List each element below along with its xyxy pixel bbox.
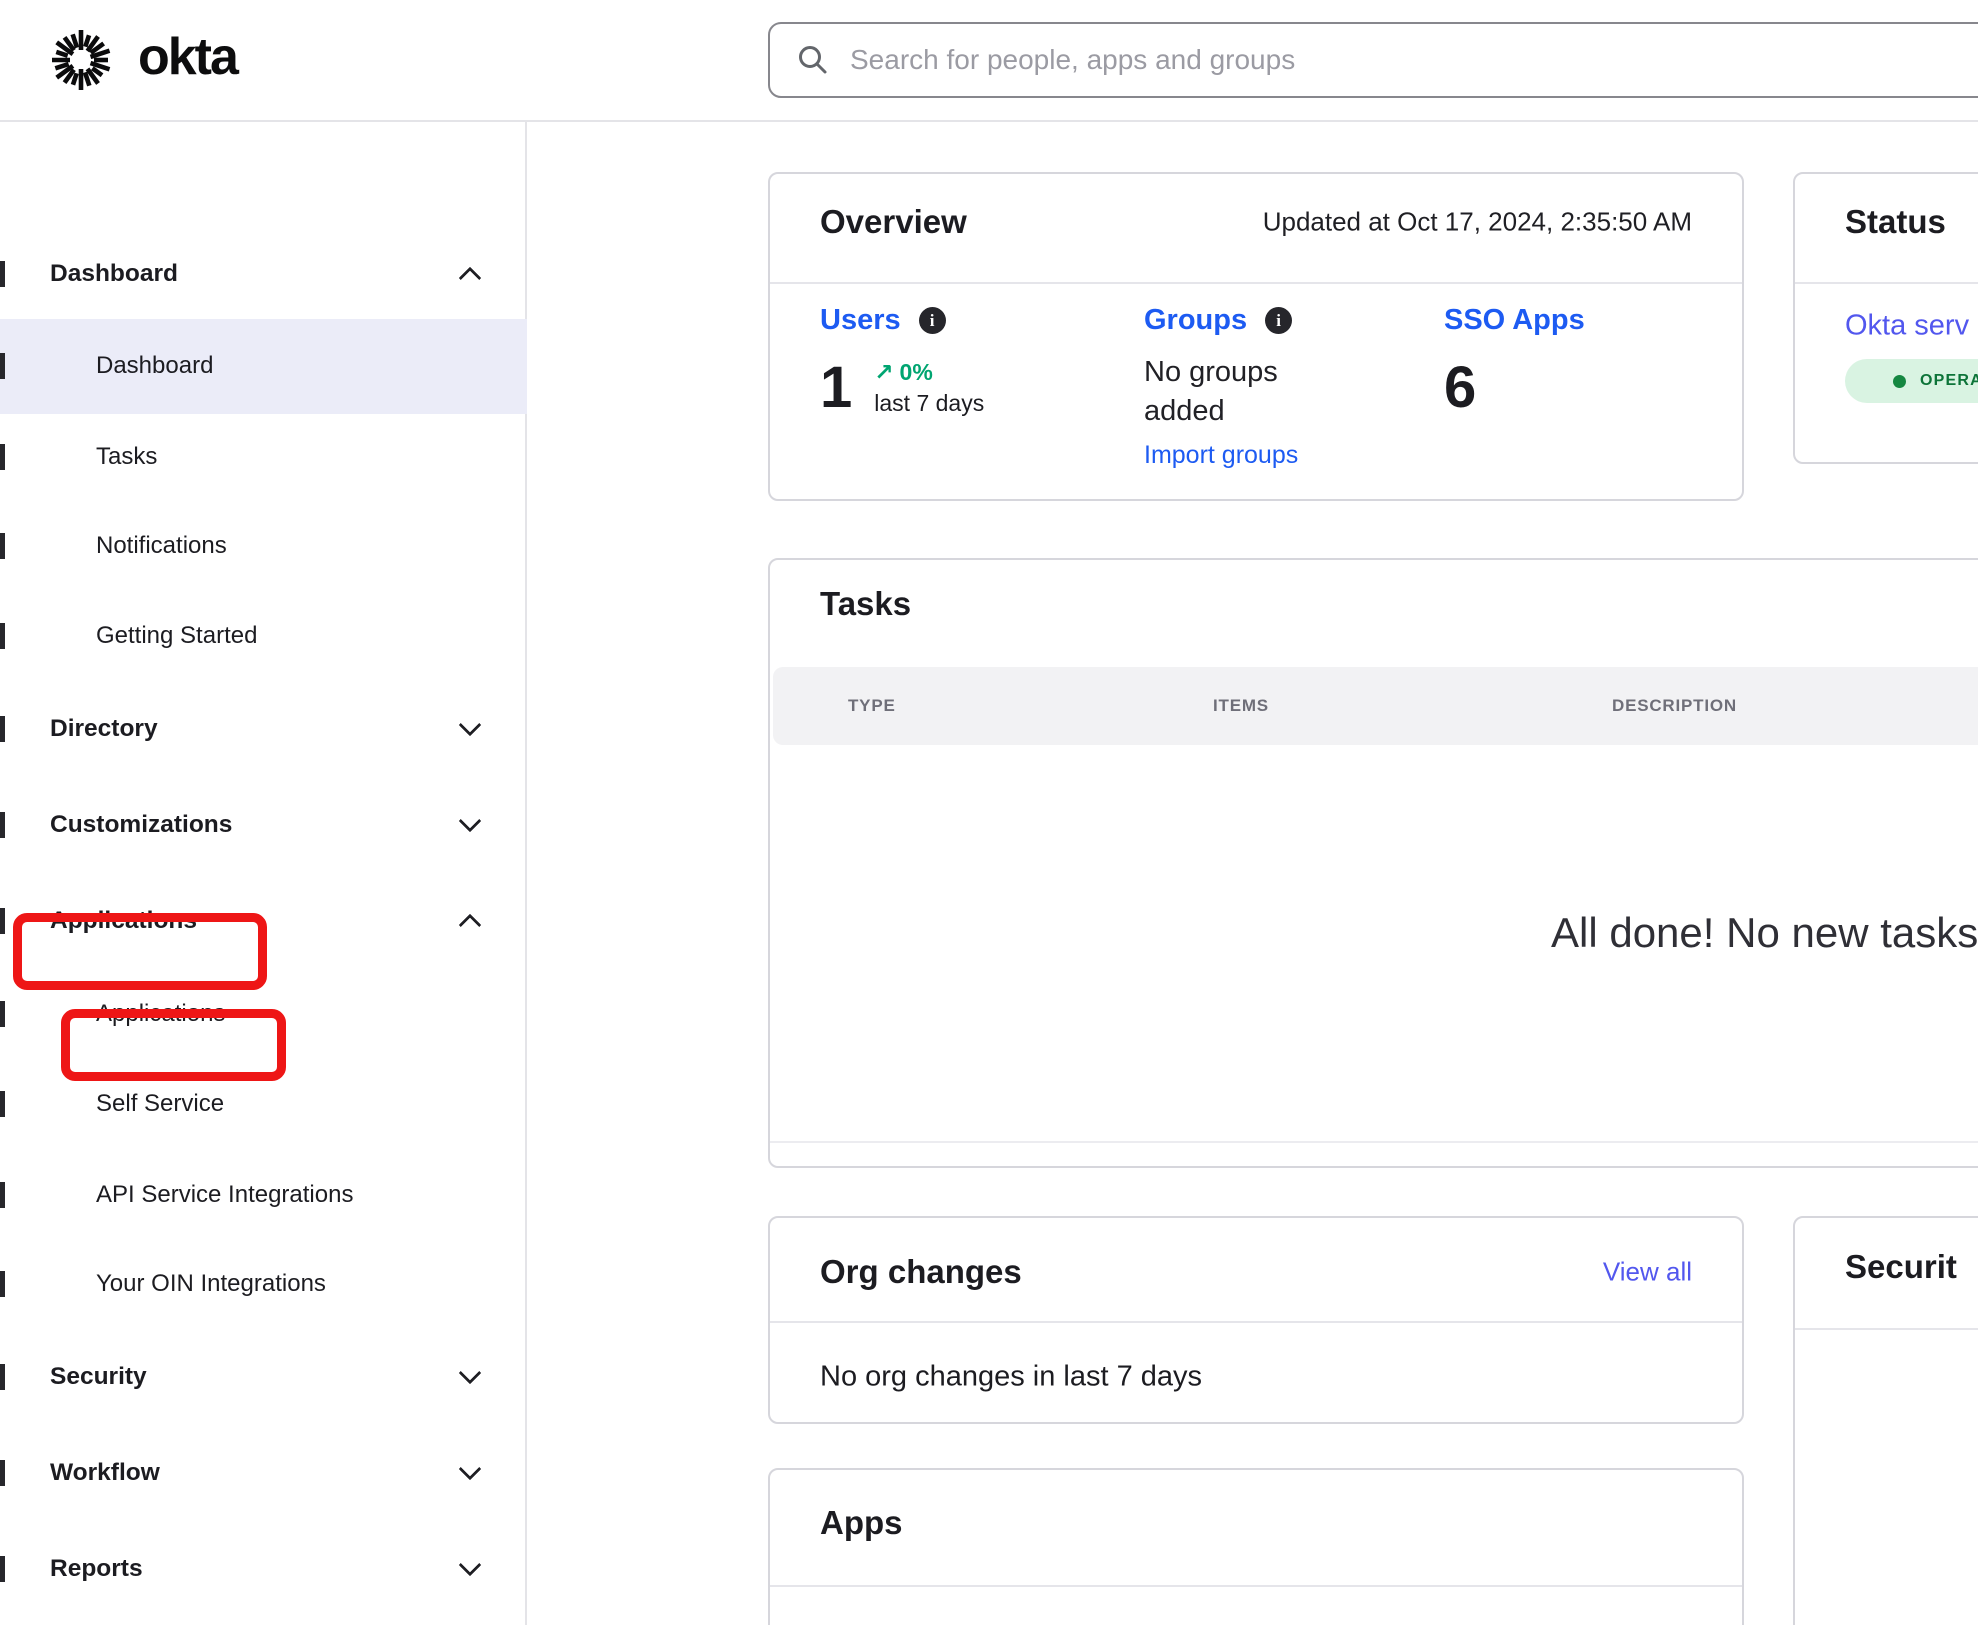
chevron-down-icon: [459, 1458, 482, 1481]
search-icon: [796, 43, 830, 77]
tasks-column-items: ITEMS: [1213, 696, 1269, 716]
search-input[interactable]: [850, 44, 1978, 76]
sso-apps-link[interactable]: SSO Apps: [1444, 304, 1585, 337]
sidebar-item-label: Dashboard: [96, 352, 213, 380]
top-header: okta: [0, 0, 1978, 122]
sidebar-item-tasks[interactable]: Tasks: [0, 422, 527, 492]
annotation-box-applications-section: [13, 913, 267, 990]
sidebar-item-label: Customizations: [50, 811, 232, 839]
sso-apps-count: 6: [1444, 359, 1476, 417]
status-divider: [1795, 282, 1978, 284]
sidebar-item-getting-started[interactable]: Getting Started: [0, 601, 527, 671]
okta-service-link[interactable]: Okta serv: [1845, 310, 1969, 343]
okta-wordmark: okta: [138, 31, 237, 89]
apps-title: Apps: [820, 1504, 903, 1542]
import-groups-link[interactable]: Import groups: [1144, 441, 1324, 470]
sidebar-item-label: Self Service: [96, 1090, 224, 1118]
chevron-up-icon: [459, 267, 482, 290]
sidebar-item-workflow-section[interactable]: Workflow: [0, 1438, 527, 1508]
apps-divider: [770, 1585, 1742, 1587]
overview-divider: [770, 282, 1742, 284]
status-card: Status Okta serv OPERA: [1793, 172, 1978, 464]
overview-title: Overview: [820, 203, 967, 241]
tasks-footer-divider: [770, 1141, 1978, 1143]
org-changes-card: Org changes View all No org changes in l…: [768, 1216, 1744, 1424]
okta-sunburst-icon: [50, 29, 112, 91]
users-stat: Users i 1 ↗ 0% last 7 days: [820, 304, 984, 417]
sidebar-item-label: API Service Integrations: [96, 1181, 353, 1209]
sso-apps-stat: SSO Apps 6: [1444, 304, 1585, 417]
groups-stat: Groups i No groups added Import groups: [1144, 304, 1324, 470]
tasks-column-description: DESCRIPTION: [1612, 696, 1737, 716]
tasks-table-header: TYPE ITEMS DESCRIPTION: [773, 667, 1978, 745]
global-search[interactable]: [768, 22, 1978, 98]
sidebar-item-label: Tasks: [96, 443, 157, 471]
groups-empty-text: No groups added: [1144, 353, 1324, 431]
security-card: Securit: [1793, 1216, 1978, 1625]
sidebar-item-label: Notifications: [96, 532, 227, 560]
sidebar-item-dashboard-section[interactable]: Dashboard: [0, 239, 527, 309]
info-icon[interactable]: i: [919, 307, 946, 334]
tasks-empty-message: All done! No new tasks: [1551, 909, 1978, 957]
chevron-up-icon: [459, 914, 482, 937]
security-divider: [1795, 1328, 1978, 1330]
chevron-down-icon: [459, 810, 482, 833]
sidebar-item-your-oin-integrations[interactable]: Your OIN Integrations: [0, 1249, 527, 1319]
org-changes-title: Org changes: [820, 1253, 1022, 1291]
users-trend-percent: 0%: [900, 359, 933, 386]
chevron-down-icon: [459, 714, 482, 737]
users-trend-period: last 7 days: [874, 390, 984, 417]
okta-admin-dashboard: okta Dashboard Dashboard Tasks Notification…: [0, 0, 1978, 1625]
sidebar-item-api-service-integrations[interactable]: API Service Integrations: [0, 1160, 527, 1230]
apps-card: Apps: [768, 1468, 1744, 1625]
chevron-down-icon: [459, 1554, 482, 1577]
sidebar-item-notifications[interactable]: Notifications: [0, 511, 527, 581]
sidebar-item-label: Directory: [50, 715, 158, 743]
sidebar-item-security-section[interactable]: Security: [0, 1342, 527, 1412]
tasks-card: Tasks TYPE ITEMS DESCRIPTION All done! No …: [768, 558, 1978, 1168]
sidebar-item-customizations-section[interactable]: Customizations: [0, 790, 527, 860]
sidebar-item-label: Workflow: [50, 1459, 160, 1487]
groups-link[interactable]: Groups: [1144, 304, 1247, 337]
annotation-box-applications-item: [61, 1009, 286, 1081]
tasks-title: Tasks: [820, 585, 911, 623]
org-changes-empty-message: No org changes in last 7 days: [820, 1361, 1202, 1394]
sidebar-nav: Dashboard Dashboard Tasks Notifications Gett…: [0, 122, 527, 1625]
sidebar-item-directory-section[interactable]: Directory: [0, 694, 527, 764]
sidebar-item-label: Reports: [50, 1555, 143, 1583]
status-badge: OPERA: [1845, 359, 1978, 403]
org-changes-divider: [770, 1321, 1742, 1323]
sidebar-item-label: Getting Started: [96, 622, 257, 650]
info-icon[interactable]: i: [1265, 307, 1292, 334]
sidebar-item-label: Dashboard: [50, 260, 178, 288]
trend-up-icon: ↗: [874, 360, 893, 386]
tasks-column-type: TYPE: [848, 696, 896, 716]
okta-logo[interactable]: okta: [50, 0, 237, 120]
overview-updated-timestamp: Updated at Oct 17, 2024, 2:35:50 AM: [1263, 207, 1692, 238]
users-count: 1: [820, 359, 852, 417]
sidebar-item-dashboard[interactable]: Dashboard: [0, 331, 527, 401]
overview-card: Overview Updated at Oct 17, 2024, 2:35:5…: [768, 172, 1744, 501]
status-badge-label: OPERA: [1920, 372, 1978, 390]
users-link[interactable]: Users: [820, 304, 901, 337]
status-title: Status: [1845, 203, 1946, 241]
status-dot-icon: [1893, 375, 1906, 388]
security-card-title: Securit: [1845, 1248, 1957, 1286]
sidebar-item-label: Your OIN Integrations: [96, 1270, 326, 1298]
sidebar-item-label: Security: [50, 1363, 147, 1391]
view-all-link[interactable]: View all: [1603, 1257, 1692, 1288]
chevron-down-icon: [459, 1362, 482, 1385]
sidebar-item-reports-section[interactable]: Reports: [0, 1534, 527, 1604]
